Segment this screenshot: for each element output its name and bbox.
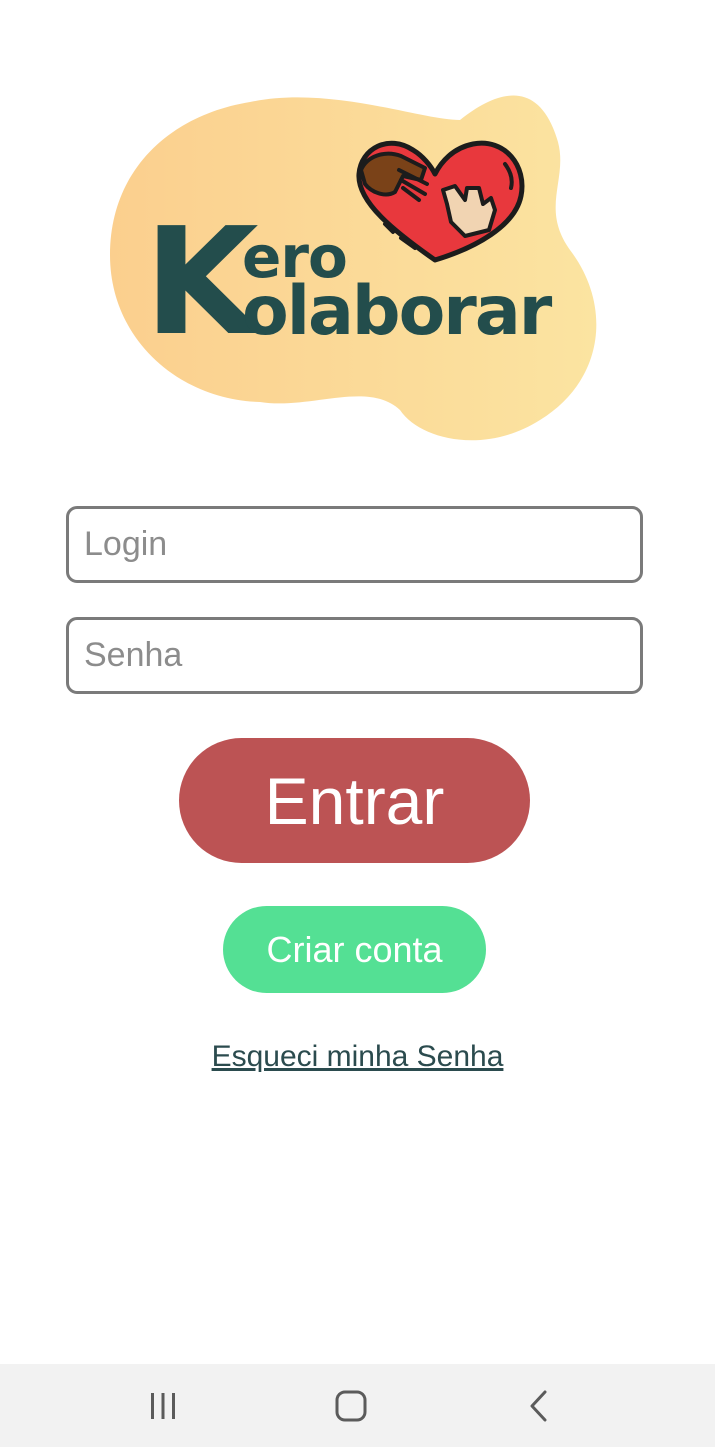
forgot-password-link[interactable]: Esqueci minha Senha (212, 1040, 504, 1073)
create-account-button[interactable]: Criar conta (223, 906, 486, 993)
login-field (66, 506, 643, 583)
home-button[interactable] (321, 1376, 381, 1436)
forgot-password-container: Esqueci minha Senha (0, 1040, 715, 1074)
enter-button[interactable]: Entrar (179, 738, 530, 863)
back-icon (530, 1390, 547, 1422)
login-input[interactable] (69, 509, 640, 580)
recent-apps-icon (151, 1393, 175, 1419)
logo-text-olaborar: olaborar (242, 272, 552, 351)
recent-apps-button[interactable] (133, 1376, 193, 1436)
password-field (66, 617, 643, 694)
app-logo: K ero olaborar (100, 80, 610, 460)
back-button[interactable] (509, 1376, 569, 1436)
logo-letter-k: K (144, 196, 259, 368)
login-screen: K ero olaborar Entrar Criar conta Esquec… (0, 0, 715, 1447)
system-nav-bar (0, 1364, 715, 1447)
home-icon (335, 1390, 367, 1422)
password-input[interactable] (69, 620, 640, 691)
